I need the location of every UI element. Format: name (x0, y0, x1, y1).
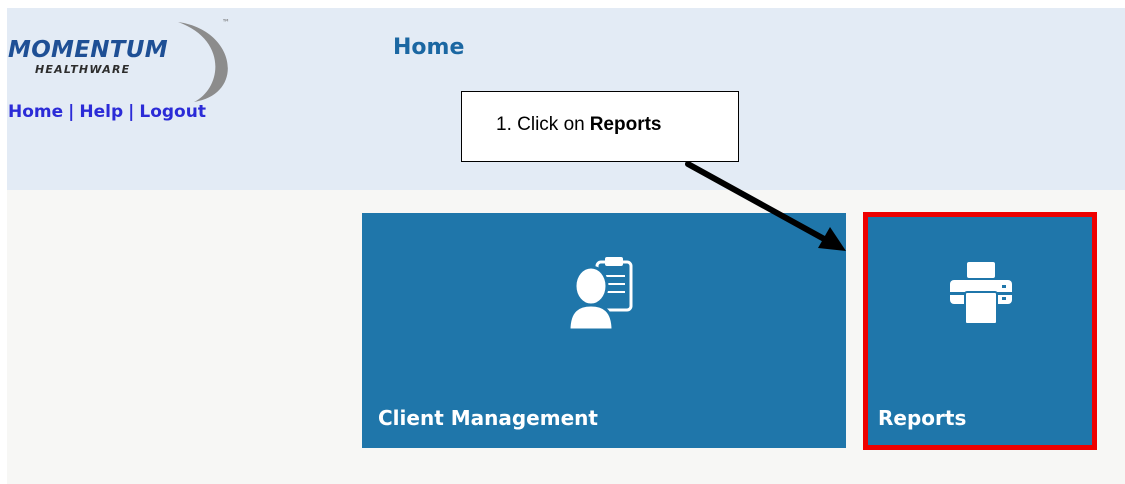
logo-subtitle: HEALTHWARE (35, 63, 131, 76)
logo-trademark: ™ (222, 18, 230, 27)
nav-logout-link[interactable]: Logout (139, 102, 206, 122)
nav-separator: | (128, 102, 135, 122)
client-clipboard-icon (567, 257, 633, 330)
header: MOMENTUM HEALTHWARE ™ Home | Help | Logout H… (7, 8, 1125, 190)
tile-label-reports: Reports (878, 406, 967, 430)
tile-label-client-management: Client Management (378, 406, 598, 430)
logo-wordmark: MOMENTUM (8, 37, 168, 63)
client-management-tile[interactable]: Client Management (362, 213, 846, 448)
momentum-healthware-logo: MOMENTUM HEALTHWARE ™ (8, 16, 238, 104)
nav-home-link[interactable]: Home (8, 102, 63, 122)
reports-tile[interactable]: Reports (863, 212, 1097, 450)
page: MOMENTUM HEALTHWARE ™ Home | Help | Logout H… (7, 8, 1125, 484)
page-title: Home (393, 35, 465, 60)
nav-help-link[interactable]: Help (79, 102, 123, 122)
callout-prefix: 1. Click on (496, 113, 585, 135)
instruction-callout: 1. Click on Reports (461, 91, 739, 162)
top-nav: Home | Help | Logout (8, 102, 206, 122)
nav-separator: | (68, 102, 75, 122)
printer-icon (950, 262, 1012, 325)
callout-emphasis: Reports (589, 113, 662, 135)
